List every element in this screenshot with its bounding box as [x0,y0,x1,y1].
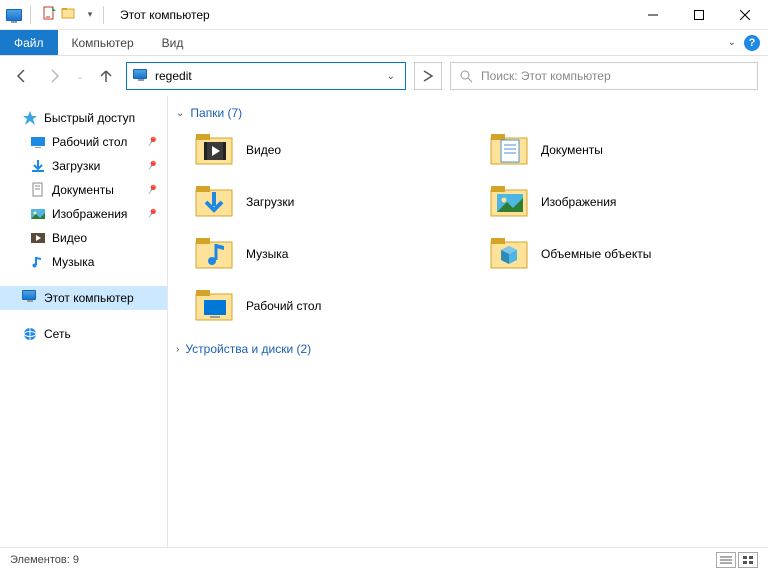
3dobjects-folder-icon [489,236,529,272]
folder-item-documents[interactable]: Документы [489,128,760,172]
chevron-right-icon: › [176,344,179,355]
titlebar: ▾ Этот компьютер [0,0,768,30]
sidebar-label: Сеть [44,327,71,341]
ribbon-tab-view[interactable]: Вид [148,30,198,55]
folder-label: Загрузки [246,195,294,209]
ribbon: Файл Компьютер Вид ⌄ ? [0,30,768,56]
sidebar-label: Музыка [52,255,94,269]
minimize-button[interactable] [630,0,676,30]
address-dropdown-icon[interactable]: ⌄ [383,71,399,82]
nav-up-button[interactable] [94,64,118,88]
folder-label: Музыка [246,247,288,261]
sidebar-label: Рабочий стол [52,135,127,149]
folder-item-music[interactable]: Музыка [194,232,465,276]
view-icons-button[interactable] [738,552,758,568]
help-icon[interactable]: ? [744,35,760,51]
qat-newfolder-icon[interactable] [61,6,75,23]
folder-label: Документы [541,143,603,157]
chevron-down-icon: ⌄ [176,108,184,119]
sidebar-label: Быстрый доступ [44,111,135,125]
pin-icon: 📍 [143,158,160,174]
this-pc-icon [22,290,38,306]
downloads-icon [30,158,46,174]
qat-properties-icon[interactable] [43,6,57,23]
sidebar-label: Этот компьютер [44,291,134,305]
sidebar-pictures[interactable]: Изображения 📍 [0,202,167,226]
folder-item-video[interactable]: Видео [194,128,465,172]
network-icon [22,326,38,342]
ribbon-tab-file[interactable]: Файл [0,30,58,55]
qat-dropdown-icon[interactable]: ▾ [85,10,95,20]
address-icon [133,69,149,83]
sidebar-label: Документы [52,183,114,197]
navigation-pane: Быстрый доступ Рабочий стол 📍 Загрузки 📍… [0,96,168,547]
sidebar-documents[interactable]: Документы 📍 [0,178,167,202]
folder-item-desktop[interactable]: Рабочий стол [194,284,465,328]
sidebar-label: Загрузки [52,159,100,173]
sidebar-downloads[interactable]: Загрузки 📍 [0,154,167,178]
documents-icon [30,182,46,198]
sidebar-network[interactable]: Сеть [0,322,167,346]
ribbon-expand-icon[interactable]: ⌄ [728,37,736,48]
sidebar-label: Видео [52,231,87,245]
music-icon [30,254,46,270]
pin-icon: 📍 [143,206,160,222]
go-button[interactable] [414,62,442,90]
group-header-label: Папки (7) [190,106,242,120]
address-bar[interactable]: ⌄ [126,62,406,90]
videos-icon [30,230,46,246]
pictures-folder-icon [489,184,529,220]
search-icon [459,69,473,83]
search-box[interactable]: Поиск: Этот компьютер [450,62,758,90]
sidebar-quick-access[interactable]: Быстрый доступ [0,106,167,130]
folder-item-pictures[interactable]: Изображения [489,180,760,224]
folder-item-3dobjects[interactable]: Объемные объекты [489,232,760,276]
nav-forward-button[interactable] [42,64,66,88]
navigation-bar: ⌄ ⌄ Поиск: Этот компьютер [0,56,768,96]
sidebar-videos[interactable]: Видео [0,226,167,250]
sidebar-label: Изображения [52,207,127,221]
folder-label: Видео [246,143,281,157]
desktop-icon [30,134,46,150]
desktop-folder-icon [194,288,234,324]
pictures-icon [30,206,46,222]
group-header-label: Устройства и диски (2) [185,342,311,356]
window-title: Этот компьютер [120,8,210,22]
sidebar-music[interactable]: Музыка [0,250,167,274]
pin-icon: 📍 [143,134,160,150]
group-header-folders[interactable]: ⌄ Папки (7) [176,106,760,120]
downloads-folder-icon [194,184,234,220]
address-input[interactable] [155,69,383,83]
nav-recent-dropdown[interactable]: ⌄ [74,64,86,88]
folder-label: Объемные объекты [541,247,651,261]
app-icon [6,9,22,21]
sidebar-desktop[interactable]: Рабочий стол 📍 [0,130,167,154]
pin-icon: 📍 [143,182,160,198]
star-icon [22,110,38,126]
content-pane: ⌄ Папки (7) Видео Документы Загрузки Изо… [168,96,768,547]
view-details-button[interactable] [716,552,736,568]
close-button[interactable] [722,0,768,30]
sidebar-this-pc[interactable]: Этот компьютер [0,286,167,310]
music-folder-icon [194,236,234,272]
documents-folder-icon [489,132,529,168]
folder-label: Рабочий стол [246,299,321,313]
search-placeholder: Поиск: Этот компьютер [481,69,611,83]
group-header-devices[interactable]: › Устройства и диски (2) [176,342,760,356]
video-folder-icon [194,132,234,168]
status-bar: Элементов: 9 [0,547,768,571]
folder-label: Изображения [541,195,616,209]
maximize-button[interactable] [676,0,722,30]
status-item-count: Элементов: 9 [10,554,79,566]
nav-back-button[interactable] [10,64,34,88]
folder-item-downloads[interactable]: Загрузки [194,180,465,224]
ribbon-tab-computer[interactable]: Компьютер [58,30,148,55]
